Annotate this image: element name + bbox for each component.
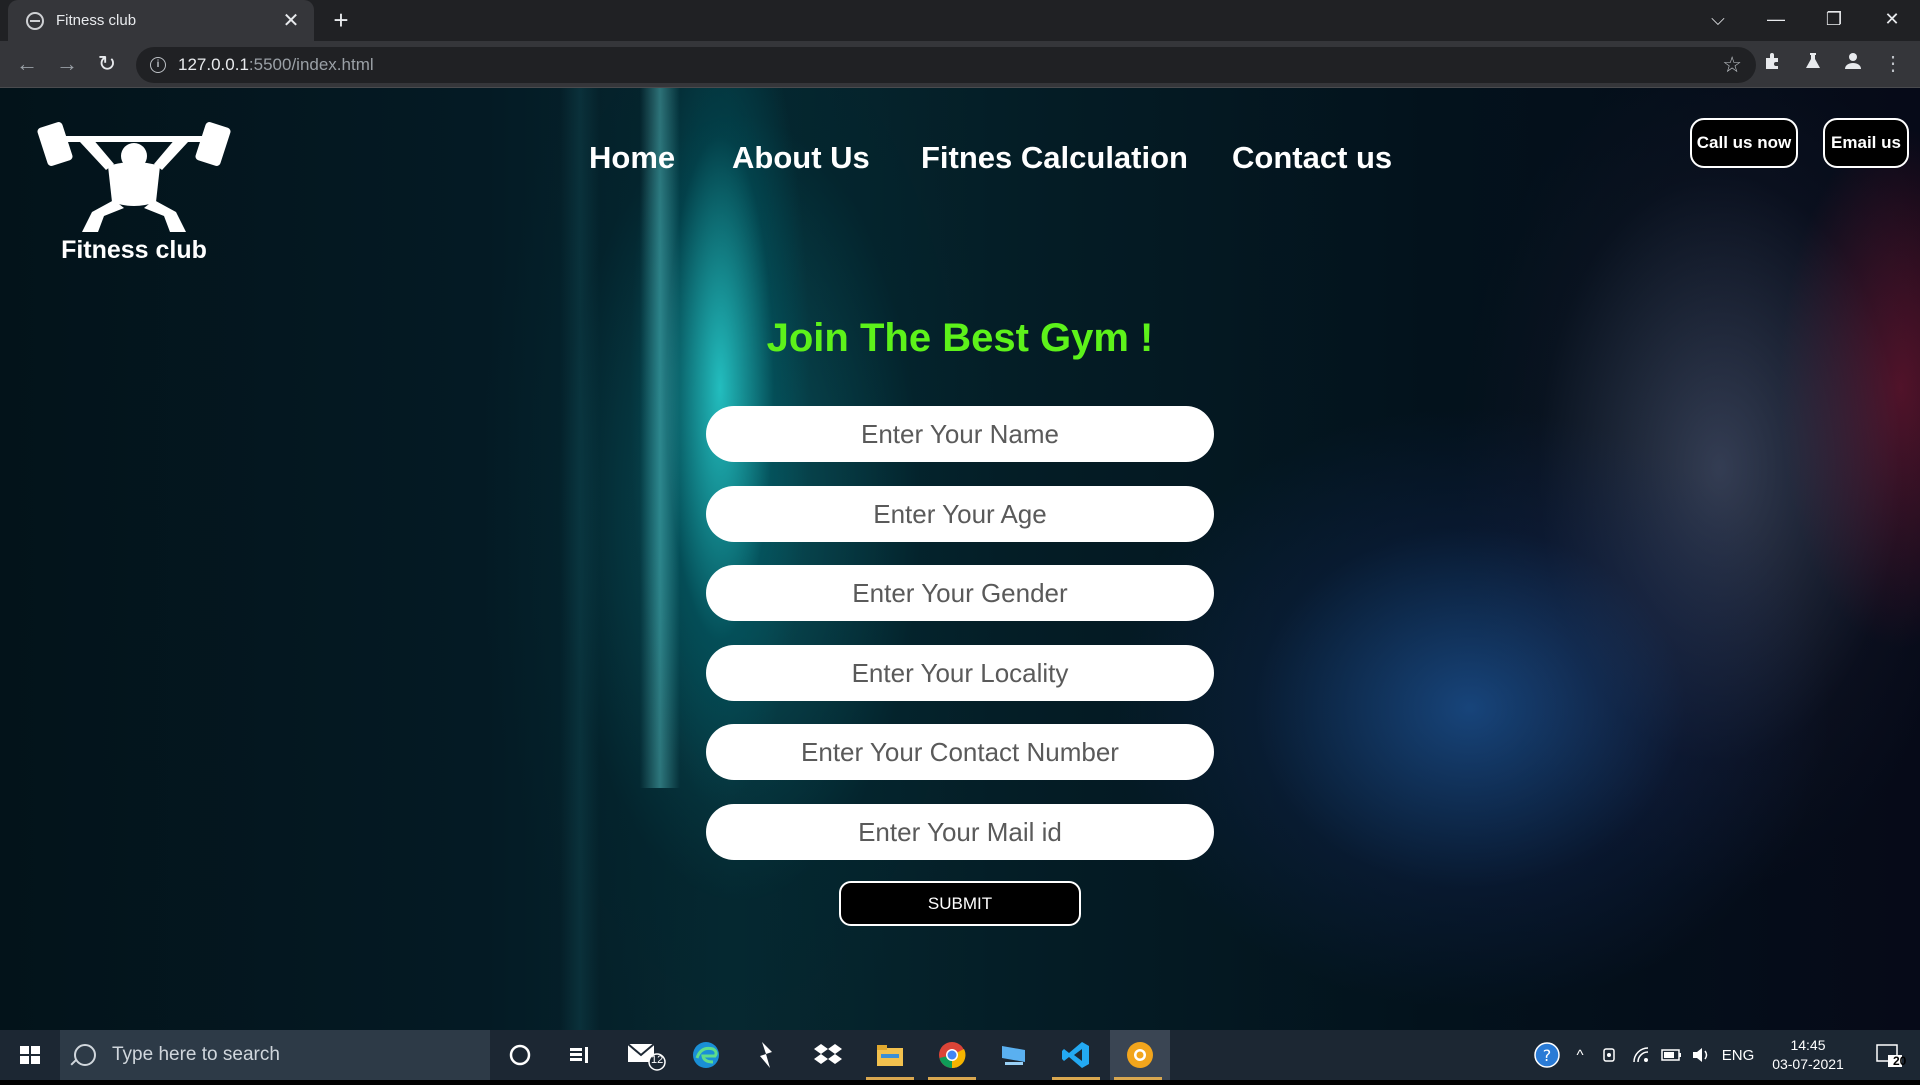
active-app-icon[interactable] [1110,1030,1170,1080]
edge-browser-icon[interactable] [678,1030,734,1080]
globe-icon [26,11,44,30]
vscode-icon[interactable] [1048,1030,1104,1080]
age-placeholder: Enter Your Age [873,498,1047,529]
new-tab-button[interactable]: + [326,6,356,36]
site-logo[interactable]: Fitness club [36,108,232,288]
tab-close-button[interactable]: ✕ [280,11,302,31]
nav-about-us[interactable]: About Us [732,140,870,176]
notification-count: 20 [1893,1054,1907,1068]
gender-field[interactable]: Enter Your Gender [706,565,1214,621]
extensions-icon[interactable] [1760,51,1786,77]
labs-flask-icon[interactable] [1800,51,1826,77]
back-icon[interactable]: ← [12,49,42,79]
bookmark-star-icon[interactable]: ☆ [1722,52,1742,78]
gender-placeholder: Enter Your Gender [852,577,1068,608]
clock-date: 03-07-2021 [1772,1056,1844,1072]
name-placeholder: Enter Your Name [860,418,1059,449]
help-icon[interactable]: ? [1530,1030,1564,1080]
windows-start-icon[interactable] [0,1030,60,1080]
mail-icon[interactable]: 12 [618,1030,674,1080]
menu-kebab-icon[interactable]: ⋮ [1880,51,1906,77]
browser-tab[interactable]: Fitness club ✕ [8,0,314,41]
locality-placeholder: Enter Your Locality [851,657,1069,688]
punching-bag-highlight [640,88,680,788]
email-us-button[interactable]: Email us [1823,118,1909,168]
app-bolt-icon[interactable] [738,1030,794,1080]
url-path: :5500/index.html [248,55,374,74]
address-bar[interactable]: i 127.0.0.1:5500/index.html ☆ [136,47,1756,83]
windows-app-icon[interactable] [986,1030,1042,1080]
mail-id-field[interactable]: Enter Your Mail id [706,804,1214,860]
mail-id-placeholder: Enter Your Mail id [858,816,1062,847]
call-us-button[interactable]: Call us now [1690,118,1798,168]
notifications-icon[interactable]: 20 [1866,1030,1912,1080]
language-indicator[interactable]: ENG [1718,1030,1758,1080]
cortana-icon[interactable] [492,1030,548,1080]
clock-time: 14:45 [1790,1037,1826,1053]
chrome-icon[interactable] [924,1030,980,1080]
dropbox-icon[interactable] [800,1030,856,1080]
meet-now-icon[interactable] [1596,1030,1624,1080]
contact-number-field[interactable]: Enter Your Contact Number [706,724,1214,780]
url-host: 127.0.0.1 [178,55,249,74]
svg-text:?: ? [1543,1046,1552,1065]
file-explorer-icon[interactable] [862,1030,918,1080]
profile-icon[interactable] [1840,51,1866,77]
locality-field[interactable]: Enter Your Locality [706,645,1214,701]
taskbar: Type here to search 12 ? ^ ENG 14:45 03-… [0,1030,1920,1080]
nav-home[interactable]: Home [589,140,675,176]
weightlifter-icon [37,122,231,232]
punching-bag-decoration [560,88,600,1030]
browser-tab-strip: Fitness club ✕ + ⌵ — ❐ ✕ [0,0,1920,41]
restore-button[interactable]: ❐ [1806,0,1862,41]
forward-icon[interactable]: → [52,49,82,79]
task-view-icon[interactable] [552,1030,608,1080]
submit-button[interactable]: SUBMIT [839,881,1081,926]
taskbar-search-box[interactable]: Type here to search [60,1030,490,1080]
page-heading: Join The Best Gym ! [766,316,1154,360]
minimize-button[interactable]: — [1748,0,1804,41]
tab-title: Fitness club [56,12,137,29]
age-field[interactable]: Enter Your Age [706,486,1214,542]
search-icon [74,1044,96,1066]
name-field[interactable]: Enter Your Name [706,406,1214,462]
logo-text: Fitness club [61,236,207,264]
browser-toolbar: ← → ↻ i 127.0.0.1:5500/index.html ☆ ⋮ [0,41,1920,88]
contact-number-placeholder: Enter Your Contact Number [801,736,1119,767]
site-info-icon[interactable]: i [150,57,166,73]
close-window-button[interactable]: ✕ [1864,0,1920,41]
nav-contact-us[interactable]: Contact us [1232,140,1392,176]
page-background: Fitness club Home About Us Fitnes Calcul… [0,88,1920,1030]
clock[interactable]: 14:45 03-07-2021 [1760,1036,1856,1074]
tab-search-button[interactable]: ⌵ [1690,0,1746,41]
show-hidden-icons-icon[interactable]: ^ [1568,1030,1592,1080]
nav-fitness-calculation[interactable]: Fitnes Calculation [921,140,1188,176]
wifi-icon[interactable] [1628,1030,1656,1080]
taskbar-search-placeholder: Type here to search [112,1044,280,1065]
battery-icon[interactable] [1658,1030,1686,1080]
mail-badge: 12 [651,1054,664,1066]
volume-icon[interactable] [1688,1030,1716,1080]
reload-icon[interactable]: ↻ [92,49,122,79]
